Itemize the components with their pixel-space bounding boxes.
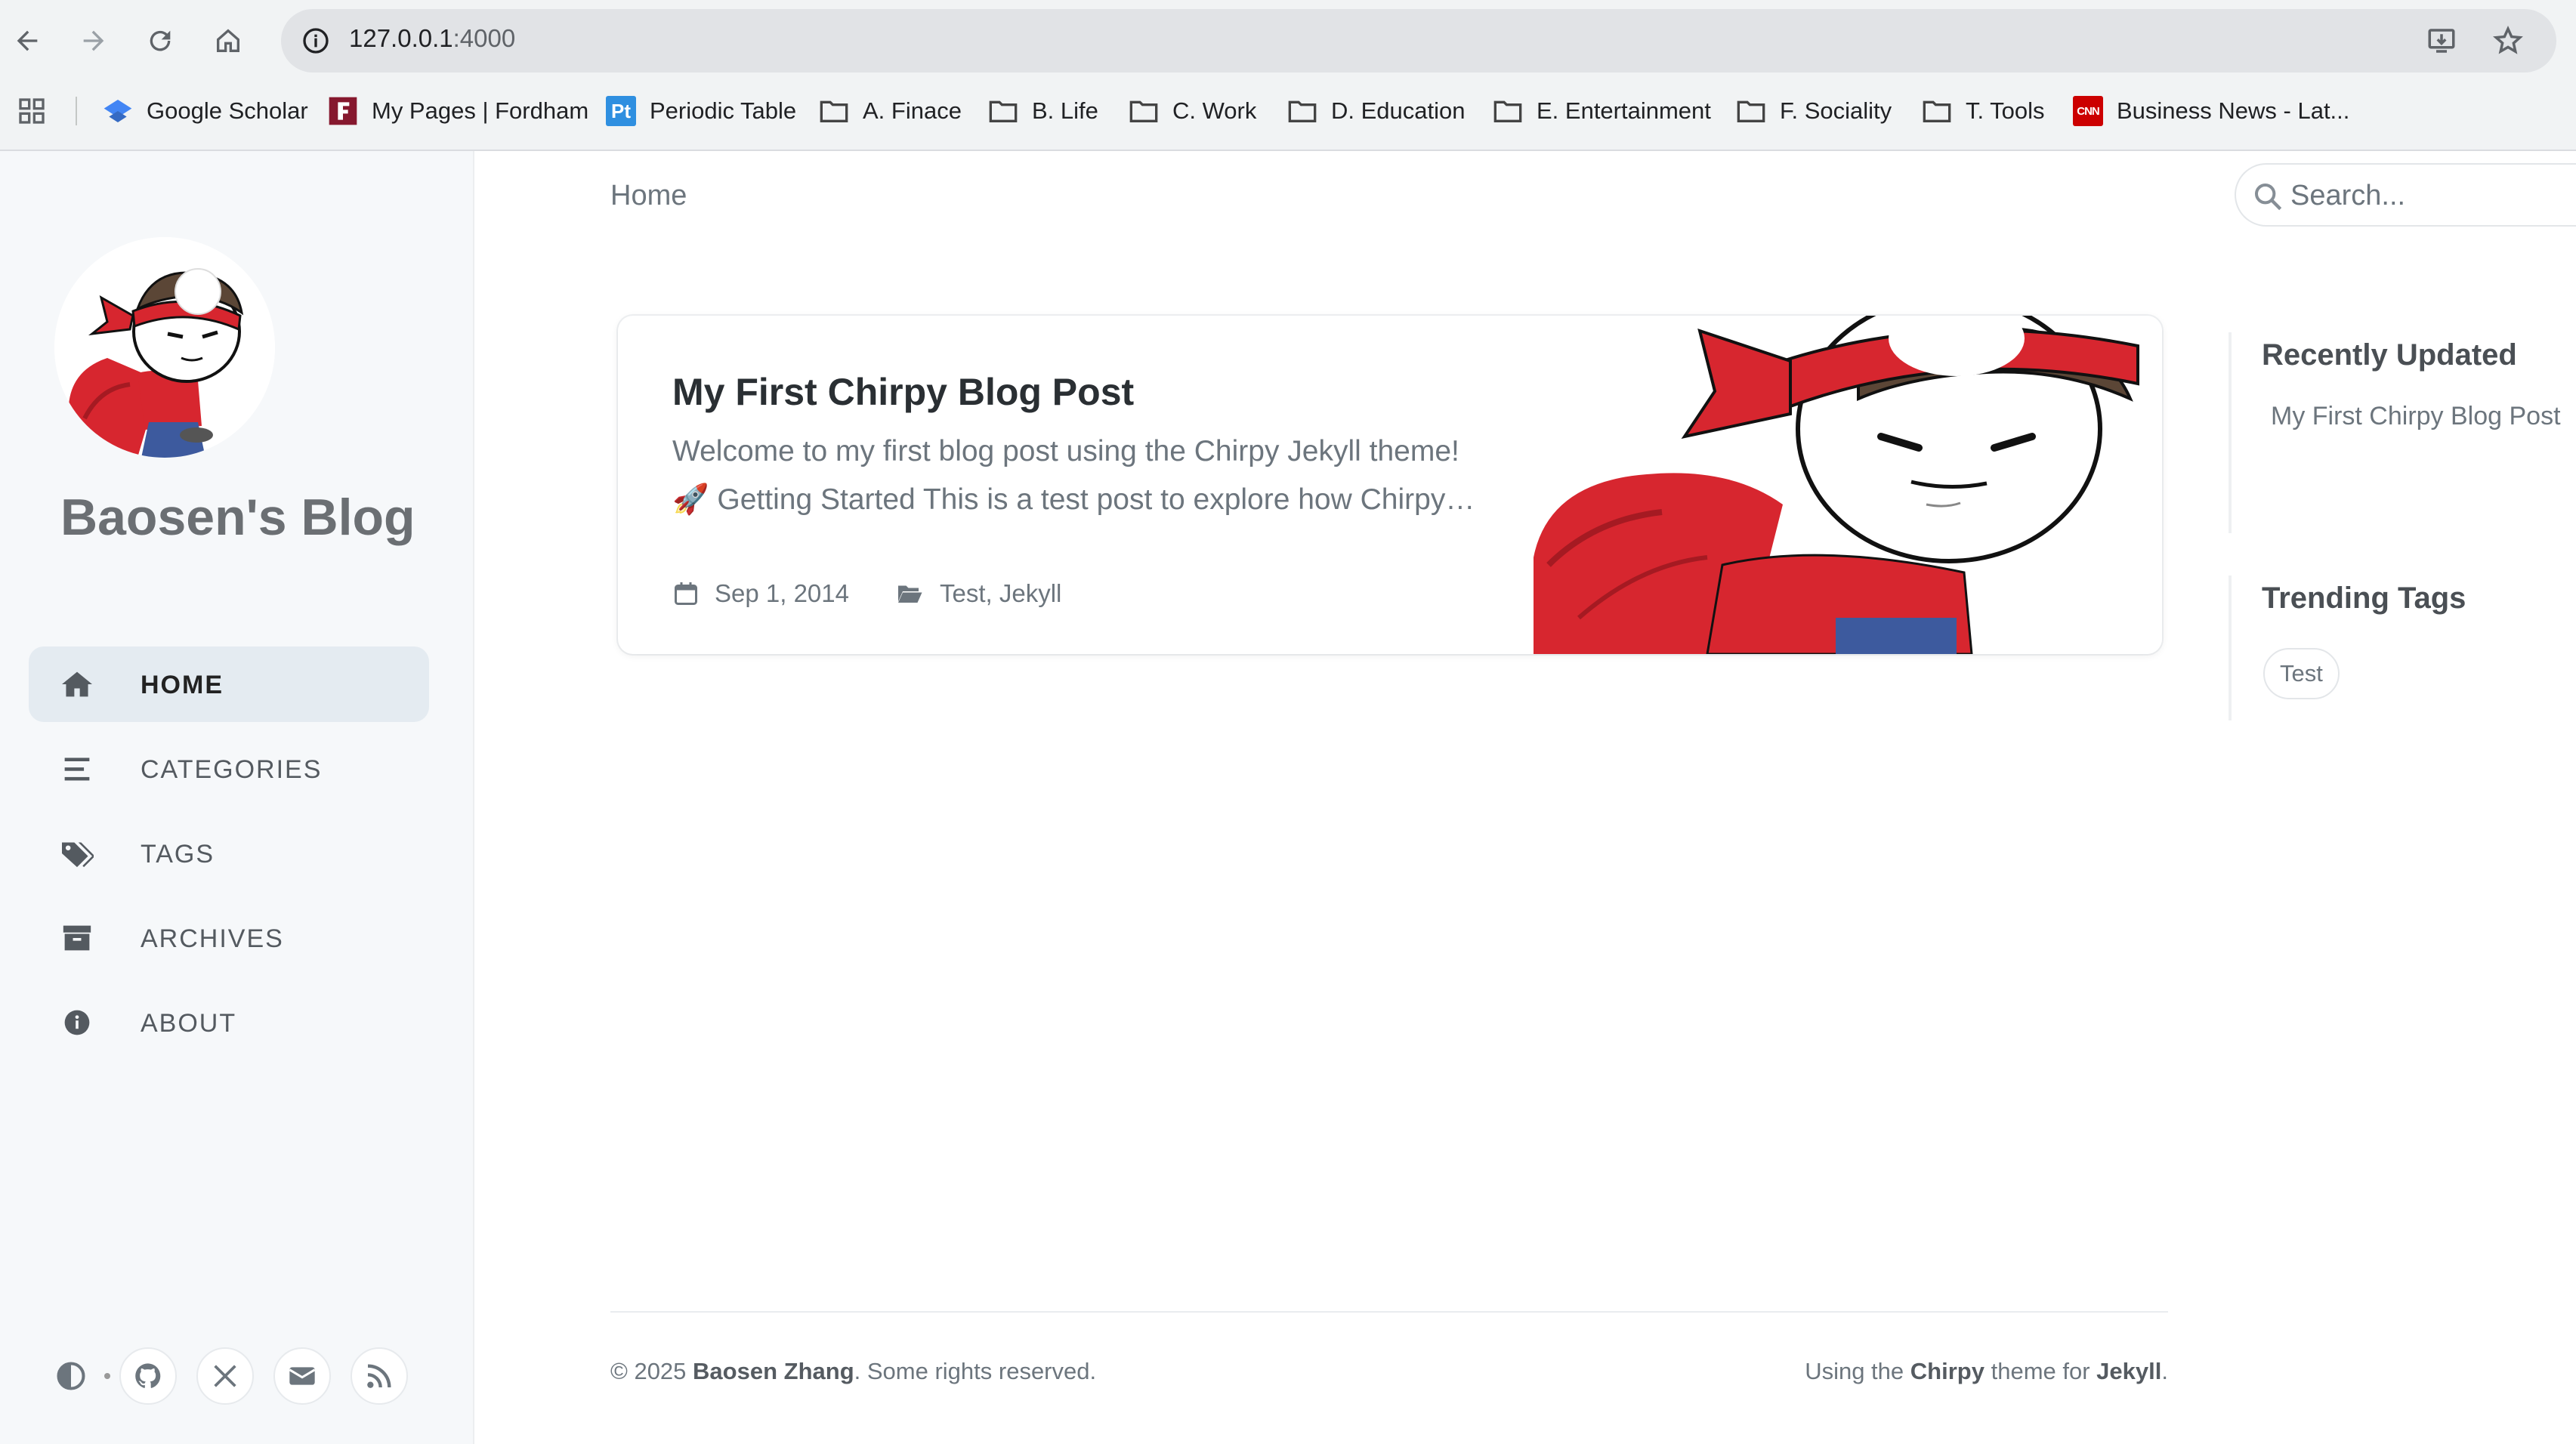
author-link[interactable]: Baosen Zhang — [693, 1358, 854, 1384]
bookmark-folder-work[interactable]: C. Work — [1129, 85, 1256, 137]
breadcrumb: Home — [610, 180, 687, 211]
home-icon — [60, 669, 94, 699]
sidebar-item-about[interactable]: ABOUT — [29, 985, 429, 1060]
folder-icon — [819, 96, 849, 126]
info-circle-icon — [60, 1007, 94, 1038]
search-box[interactable] — [2235, 163, 2576, 227]
mode-toggle-icon — [57, 1362, 85, 1390]
post-excerpt-line-2: 🚀 Getting Started This is a test post to… — [672, 483, 1475, 516]
sidebar-item-archives[interactable]: ARCHIVES — [29, 900, 429, 976]
apps-grid-icon[interactable] — [17, 85, 47, 137]
sidebar-item-tags[interactable]: TAGS — [29, 816, 429, 891]
tag-chip-test[interactable]: Test — [2263, 648, 2340, 699]
stream-icon — [60, 754, 94, 784]
avatar[interactable] — [54, 237, 275, 458]
reload-icon — [150, 30, 171, 51]
github-icon — [135, 1363, 161, 1388]
rocket-emoji-icon: 🚀 — [672, 483, 709, 516]
footer-credits: Using the Chirpy theme for Jekyll. — [1805, 1358, 2168, 1384]
sidebar-item-label: TAGS — [141, 840, 215, 869]
rss-button[interactable] — [351, 1347, 408, 1405]
bookmark-star-icon[interactable] — [2487, 20, 2529, 62]
bookmark-folder-tools[interactable]: T. Tools — [1922, 85, 2045, 137]
recently-updated-link[interactable]: My First Chirpy Blog Post — [2271, 402, 2561, 431]
google-scholar-icon — [103, 96, 133, 126]
trending-tags-heading: Trending Tags — [2262, 582, 2466, 615]
bookmark-folder-education[interactable]: D. Education — [1287, 85, 1466, 137]
folder-icon — [1922, 96, 1952, 126]
sidebar-item-label: ABOUT — [141, 1009, 237, 1038]
bookmark-fordham[interactable]: My Pages | Fordham — [328, 85, 588, 137]
calendar-icon — [675, 582, 697, 605]
trending-tags-panel: Trending Tags Test — [2229, 575, 2576, 720]
sidebar: Baosen's Blog HOME CATEGORIES TAGS ARCHI… — [0, 151, 474, 1444]
archive-icon — [60, 923, 94, 953]
folder-open-icon — [898, 585, 922, 603]
sidebar-item-categories[interactable]: CATEGORIES — [29, 731, 429, 807]
url-text[interactable]: 127.0.0.1:4000 — [349, 24, 515, 53]
post-excerpt-line-1: Welcome to my first blog post using the … — [672, 435, 1459, 467]
address-bar[interactable]: 127.0.0.1:4000 — [281, 9, 2556, 73]
x-twitter-button[interactable] — [196, 1347, 254, 1405]
rss-icon — [367, 1364, 391, 1388]
tags-icon — [60, 838, 94, 869]
avatar-illustration — [54, 237, 275, 458]
forward-button[interactable] — [66, 14, 121, 68]
search-icon — [2255, 184, 2282, 211]
home-browser-button[interactable] — [201, 14, 255, 68]
search-input[interactable] — [2290, 175, 2562, 216]
separator-dot — [104, 1373, 110, 1379]
folder-icon — [1736, 96, 1766, 126]
footer-divider — [610, 1311, 2168, 1313]
post-card[interactable]: My First Chirpy Blog Post Welcome to my … — [618, 316, 2162, 654]
x-twitter-icon — [214, 1365, 236, 1387]
periodic-table-icon: Pt — [606, 96, 636, 126]
bookmarks-bar: Google Scholar My Pages | Fordham Pt Per… — [0, 85, 2576, 137]
arrow-left-icon — [17, 30, 38, 51]
jekyll-link[interactable]: Jekyll — [2096, 1358, 2161, 1384]
cnn-icon: CNN — [2073, 96, 2103, 126]
home-outline-icon — [217, 29, 239, 52]
post-date: Sep 1, 2014 — [672, 575, 849, 612]
sidebar-item-home[interactable]: HOME — [29, 646, 429, 722]
sidebar-bottom-icons — [42, 1347, 420, 1408]
recently-updated-panel: Recently Updated My First Chirpy Blog Po… — [2229, 332, 2576, 533]
reload-button[interactable] — [133, 14, 187, 68]
folder-icon — [1493, 96, 1523, 126]
bookmarks-divider — [76, 97, 77, 125]
footer-copyright: © 2025 Baosen Zhang. Some rights reserve… — [610, 1358, 1097, 1384]
mode-toggle-button[interactable] — [47, 1352, 95, 1400]
bookmark-folder-finace[interactable]: A. Finace — [819, 85, 962, 137]
install-app-icon[interactable] — [2420, 20, 2463, 62]
folder-icon — [1129, 96, 1159, 126]
bookmark-folder-life[interactable]: B. Life — [988, 85, 1098, 137]
chirpy-link[interactable]: Chirpy — [1910, 1358, 1985, 1384]
sidebar-item-label: HOME — [141, 671, 224, 699]
fordham-icon — [328, 96, 358, 126]
browser-chrome: 127.0.0.1:4000 Google Scholar My Pages |… — [0, 0, 2576, 151]
recently-updated-heading: Recently Updated — [2262, 338, 2517, 372]
sidebar-item-label: CATEGORIES — [141, 755, 323, 784]
email-button[interactable] — [273, 1347, 331, 1405]
sidebar-item-label: ARCHIVES — [141, 924, 284, 953]
site-title[interactable]: Baosen's Blog — [60, 488, 415, 547]
bookmark-folder-entertainment[interactable]: E. Entertainment — [1493, 85, 1711, 137]
bookmark-periodic-table[interactable]: Pt Periodic Table — [606, 85, 796, 137]
post-preview-image[interactable] — [1534, 316, 2162, 654]
bookmark-folder-sociality[interactable]: F. Sociality — [1736, 85, 1892, 137]
bookmark-business-news[interactable]: CNN Business News - Lat... — [2073, 85, 2349, 137]
github-button[interactable] — [119, 1347, 177, 1405]
back-button[interactable] — [0, 14, 54, 68]
bookmark-google-scholar[interactable]: Google Scholar — [103, 85, 308, 137]
site-info-icon[interactable] — [295, 20, 337, 62]
envelope-icon — [289, 1367, 316, 1385]
post-title[interactable]: My First Chirpy Blog Post — [672, 370, 1134, 414]
folder-icon — [1287, 96, 1317, 126]
folder-icon — [988, 96, 1018, 126]
post-categories: Test, Jekyll — [894, 575, 1061, 612]
arrow-right-icon — [83, 30, 104, 51]
